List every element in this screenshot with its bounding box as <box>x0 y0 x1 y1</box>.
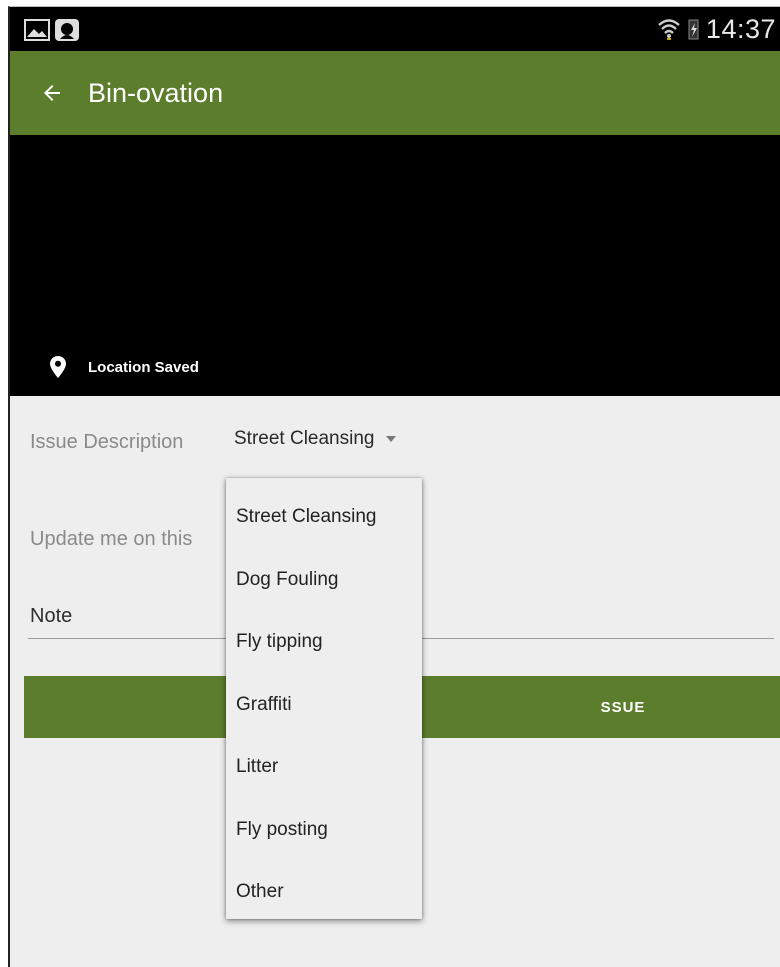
status-bar: 14:37 <box>10 7 780 51</box>
dropdown-option[interactable]: Graffiti <box>226 674 422 737</box>
update-me-label: Update me on this <box>30 528 193 550</box>
issue-selected-value: Street Cleansing <box>234 428 375 449</box>
battery-charging-icon <box>688 19 699 40</box>
photo-preview: Location Saved <box>10 135 780 396</box>
issue-dropdown-menu: Street Cleansing Dog Fouling Fly tipping… <box>226 478 422 919</box>
dropdown-option[interactable]: Street Cleansing <box>226 486 422 549</box>
dropdown-option[interactable]: Dog Fouling <box>226 549 422 612</box>
dropdown-option[interactable]: Fly posting <box>226 799 422 862</box>
status-right: 14:37 <box>658 13 776 45</box>
arrow-left-icon[interactable] <box>40 81 64 105</box>
app-toolbar: Bin-ovation <box>10 51 780 135</box>
wifi-icon <box>658 19 680 40</box>
app-title: Bin-ovation <box>88 77 224 108</box>
location-saved-label: Location Saved <box>88 358 199 376</box>
gallery-icon <box>24 19 50 41</box>
map-pin-icon <box>50 356 66 378</box>
submit-button-label: SSUE <box>600 698 646 716</box>
dropdown-option[interactable]: Fly tipping <box>226 611 422 674</box>
app-notification-icon <box>55 19 79 41</box>
dropdown-option[interactable]: Litter <box>226 736 422 799</box>
dropdown-arrow-icon <box>386 436 397 442</box>
issue-description-select[interactable]: Street Cleansing <box>234 428 397 450</box>
clock: 14:37 <box>705 13 776 44</box>
note-input-text: Note <box>30 605 73 627</box>
location-status: Location Saved <box>50 356 199 378</box>
dropdown-option[interactable]: Other <box>226 861 422 924</box>
issue-description-label: Issue Description <box>30 431 184 453</box>
device-screen: 14:37 Bin-ovation Location Saved Issue D… <box>8 6 780 967</box>
